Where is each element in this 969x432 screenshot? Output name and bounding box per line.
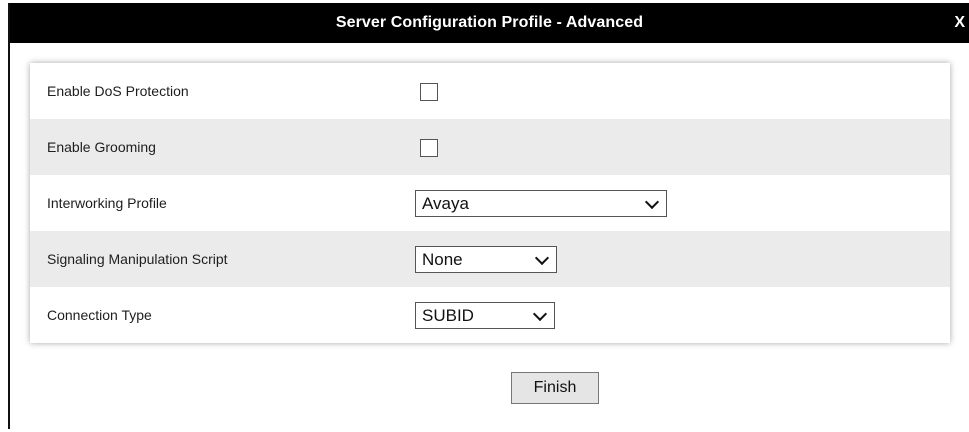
signaling-manipulation-script-label: Signaling Manipulation Script xyxy=(47,251,228,267)
chevron-down-icon xyxy=(534,250,550,266)
interworking-profile-value: Avaya xyxy=(422,194,469,213)
row-connection-type: Connection Type SUBID xyxy=(30,287,950,343)
enable-grooming-label: Enable Grooming xyxy=(47,139,156,155)
enable-grooming-checkbox[interactable] xyxy=(420,139,438,157)
interworking-profile-select[interactable]: Avaya xyxy=(415,190,667,217)
chevron-down-icon xyxy=(644,194,660,210)
connection-type-label: Connection Type xyxy=(47,307,152,323)
enable-dos-protection-label: Enable DoS Protection xyxy=(47,83,189,99)
close-button[interactable]: X xyxy=(954,3,965,43)
enable-dos-protection-checkbox[interactable] xyxy=(420,83,438,101)
row-signaling-manipulation-script: Signaling Manipulation Script None xyxy=(30,231,950,287)
signaling-manipulation-script-value: None xyxy=(422,250,463,269)
chevron-down-icon xyxy=(532,306,548,322)
connection-type-select[interactable]: SUBID xyxy=(415,302,555,329)
dialog: Server Configuration Profile - Advanced … xyxy=(8,3,969,429)
form-panel: Enable DoS Protection Enable Grooming In… xyxy=(30,63,950,343)
row-interworking-profile: Interworking Profile Avaya xyxy=(30,175,950,231)
row-enable-grooming: Enable Grooming xyxy=(30,119,950,175)
interworking-profile-label: Interworking Profile xyxy=(47,195,167,211)
dialog-titlebar: Server Configuration Profile - Advanced … xyxy=(10,3,969,43)
connection-type-value: SUBID xyxy=(422,306,474,325)
dialog-title: Server Configuration Profile - Advanced xyxy=(335,14,644,31)
row-enable-dos-protection: Enable DoS Protection xyxy=(30,63,950,119)
signaling-manipulation-script-select[interactable]: None xyxy=(415,246,557,273)
finish-button[interactable]: Finish xyxy=(511,372,599,404)
